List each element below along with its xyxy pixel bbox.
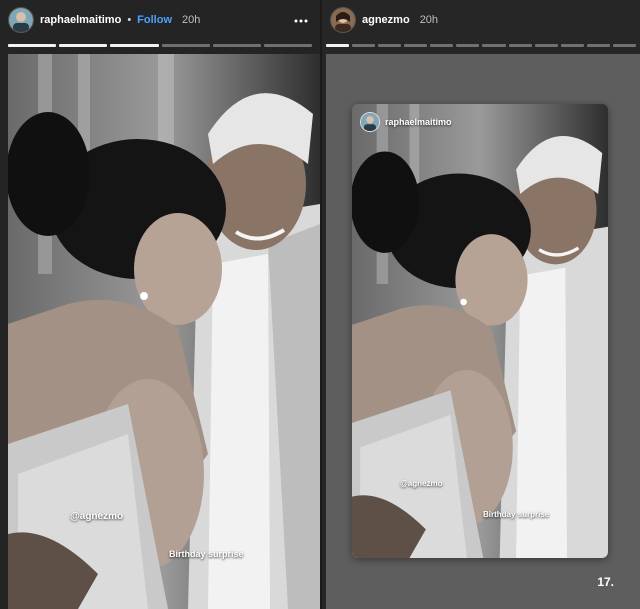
story-header: agnezmo 20h bbox=[330, 7, 438, 33]
progress-segment[interactable] bbox=[430, 44, 454, 47]
follow-button[interactable]: Follow bbox=[137, 14, 172, 26]
progress-segment[interactable] bbox=[534, 44, 558, 47]
user-avatar[interactable] bbox=[330, 7, 356, 33]
progress-segment[interactable] bbox=[508, 44, 532, 47]
progress-segment[interactable] bbox=[482, 44, 506, 47]
post-time: 20h bbox=[182, 14, 201, 26]
mention-sticker[interactable]: @agnezmo bbox=[70, 511, 123, 522]
couple-photo-image bbox=[352, 104, 608, 558]
progress-segment[interactable] bbox=[110, 44, 159, 47]
mention-sticker[interactable]: @agnezmo bbox=[400, 479, 442, 488]
separator-dot: • bbox=[127, 14, 132, 26]
story-caption: Birthday surprise bbox=[169, 549, 244, 559]
progress-segment[interactable] bbox=[586, 44, 610, 47]
username-link[interactable]: raphaelmaitimo bbox=[40, 14, 121, 26]
embedded-user-avatar[interactable] bbox=[360, 112, 380, 132]
more-options-icon[interactable] bbox=[294, 14, 308, 28]
progress-segment[interactable] bbox=[352, 44, 376, 47]
progress-segment[interactable] bbox=[612, 44, 636, 47]
progress-segment[interactable] bbox=[560, 44, 584, 47]
progress-segment[interactable] bbox=[326, 44, 350, 47]
progress-segment[interactable] bbox=[404, 44, 428, 47]
user-avatar[interactable] bbox=[8, 7, 34, 33]
progress-segment[interactable] bbox=[161, 44, 210, 47]
progress-segment[interactable] bbox=[59, 44, 108, 47]
embedded-username-link[interactable]: raphaelmaitimo bbox=[385, 117, 452, 127]
progress-segment[interactable] bbox=[263, 44, 313, 47]
progress-segment[interactable] bbox=[456, 44, 480, 47]
story-photo[interactable]: @agnezmo Birthday surprise bbox=[8, 54, 320, 609]
story-caption: Birthday surprise bbox=[483, 510, 550, 519]
progress-segment[interactable] bbox=[378, 44, 402, 47]
story-header: raphaelmaitimo • Follow 20h bbox=[8, 7, 200, 33]
progress-segment[interactable] bbox=[8, 44, 57, 47]
progress-segment[interactable] bbox=[212, 44, 261, 47]
post-time: 20h bbox=[419, 14, 439, 26]
embedded-story-photo[interactable]: raphaelmaitimo @agnezmo Birthday surpris… bbox=[352, 104, 608, 558]
story-progress-bar bbox=[326, 44, 636, 47]
page-number: 17. bbox=[597, 575, 614, 589]
embedded-story-header: raphaelmaitimo bbox=[360, 112, 452, 132]
username-link[interactable]: agnezmo bbox=[362, 14, 410, 26]
story-panel-right: agnezmo 20h raphaelmaitimo @agnezmo Birt… bbox=[322, 0, 640, 609]
story-panel-left: raphaelmaitimo • Follow 20h @agnezmo Bir… bbox=[0, 0, 320, 609]
story-progress-bar bbox=[8, 44, 313, 47]
couple-photo-image bbox=[8, 54, 320, 609]
